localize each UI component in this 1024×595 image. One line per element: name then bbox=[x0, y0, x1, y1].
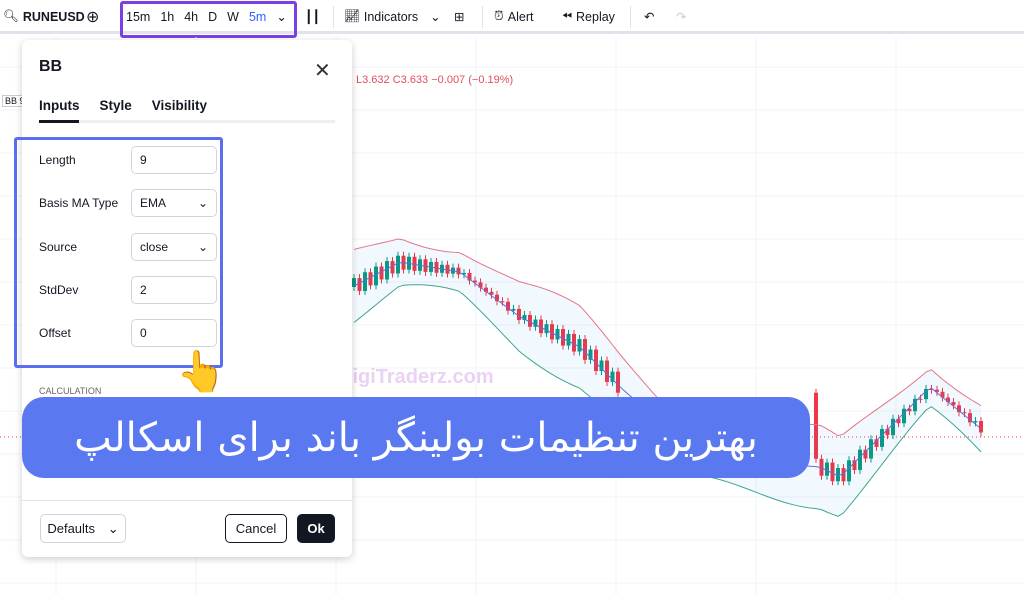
tab-inputs[interactable]: Inputs bbox=[39, 98, 80, 113]
search-icon: 🔍︎ bbox=[3, 9, 19, 23]
close-icon[interactable]: ✕ bbox=[314, 58, 331, 83]
undo-icon[interactable]: ↶ bbox=[644, 9, 654, 24]
alarm-icon: ⏰︎ bbox=[494, 9, 504, 23]
indicators-button[interactable]: 📈︎ Indicators ⌄ bbox=[344, 9, 441, 24]
tab-style[interactable]: Style bbox=[100, 98, 132, 113]
redo-icon[interactable]: ↷ bbox=[676, 9, 686, 24]
watermark: DigiTraderz.com bbox=[338, 366, 494, 388]
inputs-highlight bbox=[14, 137, 223, 368]
tab-visibility[interactable]: Visibility bbox=[152, 98, 207, 113]
alert-button[interactable]: ⏰︎ Alert bbox=[494, 9, 533, 24]
chevron-down-icon: ⌄ bbox=[107, 520, 119, 536]
rewind-icon: ⏪︎ bbox=[562, 9, 573, 23]
ohlc-legend: L3.632 C3.633 −0.007 (−0.19%) bbox=[356, 74, 514, 86]
top-toolbar: 🔍︎ RUNEUSD ⊕ 15m 1h 4h D W 5m ⌄ ┃┃ 📈︎ Indi… bbox=[0, 0, 1024, 38]
interval-highlight bbox=[120, 1, 297, 38]
dialog-title: BB bbox=[39, 58, 63, 75]
section-header: CALCULATION bbox=[39, 386, 102, 396]
replay-button[interactable]: ⏪︎ Replay bbox=[562, 9, 615, 24]
templates-icon[interactable]: ⊞ bbox=[454, 9, 464, 24]
indicators-icon: 📈︎ bbox=[344, 9, 360, 23]
candle-type-icon[interactable]: ┃┃ bbox=[305, 9, 320, 24]
add-symbol-icon[interactable]: ⊕ bbox=[86, 7, 99, 27]
defaults-dropdown[interactable]: Defaults ⌄ bbox=[40, 514, 126, 543]
chevron-down-icon: ⌄ bbox=[430, 10, 441, 24]
cancel-button[interactable]: Cancel bbox=[225, 514, 287, 543]
pointing-hand-icon: 👆 bbox=[176, 350, 226, 394]
title-banner: بهترین تنظیمات بولینگر باند برای اسکالپ bbox=[22, 397, 810, 478]
symbol-search[interactable]: 🔍︎ RUNEUSD bbox=[3, 9, 85, 24]
ok-button[interactable]: Ok bbox=[297, 514, 335, 543]
